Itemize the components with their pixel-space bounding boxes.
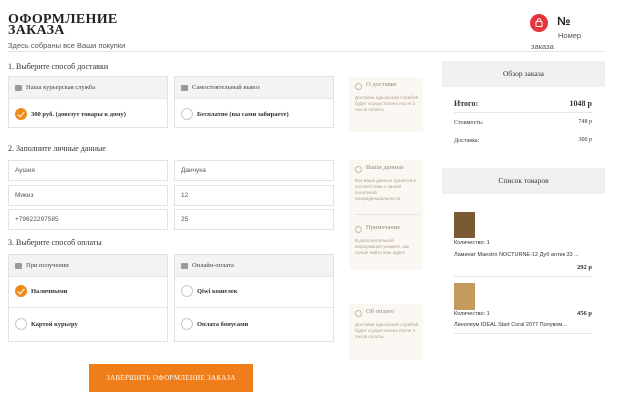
payment-bonus-option[interactable]: Оплата бонусами [197,321,248,328]
order-summary-head: Обзор заказа [442,61,605,87]
product-image[interactable] [454,212,475,238]
payment-option-divider [175,307,333,308]
delivery-section-title: 1. Выберите способ доставки [8,62,109,71]
summary-delivery-label: Доставка: [454,138,480,144]
order-number: № [557,14,571,28]
last-name-field[interactable]: Даичука [174,160,334,181]
phone-field[interactable]: +79622297585 [8,209,168,230]
personal-info-box: Ваши данные Все ваши данные хранятся в с… [349,160,423,270]
page-subtitle: Здесь собраны все Ваши покупки [8,41,126,50]
delivery-card-courier[interactable]: Наша курьерская служба 300 руб. (довезут… [8,76,168,128]
product-name[interactable]: Ламинат Maestro NOCTURNE-12 Дуб антик 33… [454,252,590,258]
info-icon [355,166,362,173]
summary-divider [454,112,592,113]
order-label: Номер [558,31,582,40]
payment-on-receipt-head-label: При получении [26,262,69,269]
delivery-courier-head-label: Наша курьерская служба [26,84,96,91]
delivery-pickup-head-label: Самостоятельный вывоз [192,84,260,91]
shopping-bag-icon[interactable] [530,14,548,32]
payment-online-head: Онлайн-оплата [175,255,333,277]
summary-total-value: 1048 р [569,99,592,108]
extra-field[interactable]: 25 [174,209,334,230]
delivery-info-text: Доставка курьерской службой будет осущес… [355,95,419,112]
personal-info-text: Все ваши данные хранятся в соответствии … [355,178,416,201]
truck-icon [15,85,22,91]
payment-on-receipt-head: При получении [9,255,167,277]
store-icon [181,85,188,91]
payment-cash-radio[interactable] [15,285,27,297]
info-icon [355,226,362,233]
payment-card-online: Онлайн-оплата Qiwi кошелек Оплата бонуса… [174,254,334,342]
product-price: 292 р [577,264,592,271]
order-label-2: заказа [531,42,554,51]
payment-option-divider [9,307,167,308]
info-icon [355,310,362,317]
product-name[interactable]: Линолеум IDEAL Start Coral 2077 Полувом.… [454,322,590,328]
payment-qiwi-option[interactable]: Qiwi кошелек [197,288,238,295]
product-qty: Количество: 1 [454,240,490,246]
submit-order-button[interactable]: ЗАВЕРШИТЬ ОФОРМЛЕНИЕ ЗАКАЗА [89,364,253,392]
personal-note-title: Примечание [366,224,401,231]
payment-section-title: 3. Выберите способ оплаты [8,238,102,247]
summary-delivery-value: 300 р [578,137,593,143]
info-icon [355,83,362,90]
delivery-pickup-option: Бесплатно (вы сами забираете) [197,111,289,118]
delivery-pickup-head: Самостоятельный вывоз [175,77,333,99]
payment-cash-option[interactable]: Наличными [31,288,67,295]
product-divider [454,276,592,277]
page-title: ОФОРМЛЕНИЕ ЗАКАЗА [8,13,118,38]
patronymic-field[interactable]: Микиз [8,185,168,206]
delivery-pickup-radio[interactable] [181,108,193,120]
card-icon [181,263,188,269]
payment-card-on-receipt: При получении Наличными Картой курьеру [8,254,168,342]
first-name-field[interactable]: Аушня [8,160,168,181]
delivery-info-box: О доставке Доставка курьерской службой б… [349,77,423,132]
product-image[interactable] [454,283,475,310]
delivery-courier-head: Наша курьерская служба [9,77,167,99]
number-field[interactable]: 12 [174,185,334,206]
delivery-card-pickup[interactable]: Самостоятельный вывоз Бесплатно (вы сами… [174,76,334,128]
payment-info-text: Доставка курьерской службой будет осущес… [355,322,419,339]
payment-info-box: Об оплате Доставка курьерской службой бу… [349,304,423,360]
product-list-head: Список товаров [442,168,605,194]
delivery-info-title: О доставке [366,81,397,88]
personal-section-title: 2. Заполните личные данные [8,144,106,153]
personal-note-text: В дополнительной информации укажите, как… [355,238,410,255]
summary-total-label: Итого: [454,99,479,108]
payment-bonus-radio[interactable] [181,318,193,330]
summary-cost-label: Стоимость: [454,120,484,126]
payment-card-courier-option[interactable]: Картой курьеру [31,321,78,328]
product-divider [454,333,592,334]
payment-online-head-label: Онлайн-оплата [192,262,234,269]
wallet-icon [15,263,22,269]
payment-info-title: Об оплате [366,308,395,315]
product-price: 456 р [577,310,592,317]
product-qty: Количество: 1 [454,311,490,317]
info-divider [355,214,419,215]
delivery-courier-radio[interactable] [15,108,27,120]
summary-cost-value: 748 р [578,119,593,125]
payment-qiwi-radio[interactable] [181,285,193,297]
header-divider [8,51,605,52]
payment-card-courier-radio[interactable] [15,318,27,330]
delivery-courier-option: 300 руб. (довезут товары к дому) [31,111,126,118]
personal-info-title: Ваши данные [366,164,404,171]
